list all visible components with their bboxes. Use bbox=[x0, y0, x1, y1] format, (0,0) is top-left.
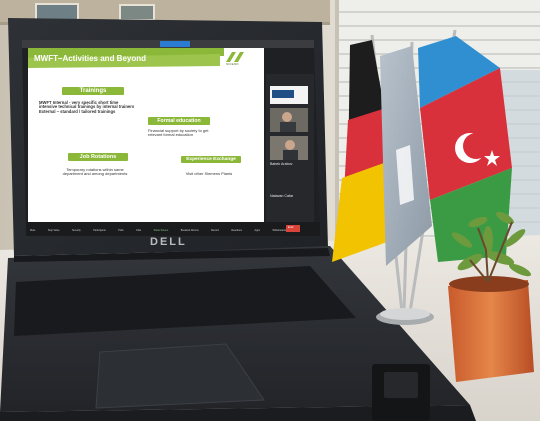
photo-scene: MWFT–Activities and Beyond SICENO Traini… bbox=[0, 0, 540, 421]
formal-education-heading: Formal education bbox=[148, 117, 210, 125]
toolbar-reactions[interactable]: Reactions bbox=[231, 229, 242, 236]
trainings-heading: Trainings bbox=[62, 87, 124, 95]
toolbar-mute[interactable]: Mute bbox=[30, 229, 35, 236]
slide-logo-text: SICENO bbox=[226, 62, 239, 66]
job-rotations-heading: Job Rotations bbox=[68, 153, 128, 161]
toolbar-chat[interactable]: Chat bbox=[136, 229, 141, 236]
formal-education-body: Financial support by society to get rele… bbox=[148, 128, 209, 138]
slide-title: MWFT–Activities and Beyond bbox=[34, 54, 147, 63]
trainings-body: MWFT Internal - very specific short time… bbox=[39, 100, 135, 114]
toolbar-polls[interactable]: Polls bbox=[118, 229, 123, 236]
participant-name: Natavan Cafar bbox=[270, 194, 294, 198]
laptop-brand-logo: DELL bbox=[150, 236, 187, 248]
end-meeting-button[interactable]: End bbox=[288, 225, 293, 229]
participant-name: Babek Arabov bbox=[270, 162, 293, 166]
toolbar-security[interactable]: Security bbox=[72, 229, 81, 236]
toolbar-whiteboards[interactable]: Whiteboards bbox=[272, 229, 285, 236]
experience-exchange-body: Visit other Siemens Plants bbox=[185, 171, 233, 176]
toolbar-record[interactable]: Record bbox=[211, 229, 219, 236]
job-rotations-body: Temporary rotations within same departme… bbox=[62, 167, 128, 177]
experience-exchange-heading: Experience Exchange bbox=[181, 156, 241, 163]
toolbar-apps[interactable]: Apps bbox=[254, 229, 259, 236]
toolbar-stop-video[interactable]: Stop Video bbox=[48, 229, 60, 236]
toolbar-participants[interactable]: Participants bbox=[93, 229, 106, 236]
